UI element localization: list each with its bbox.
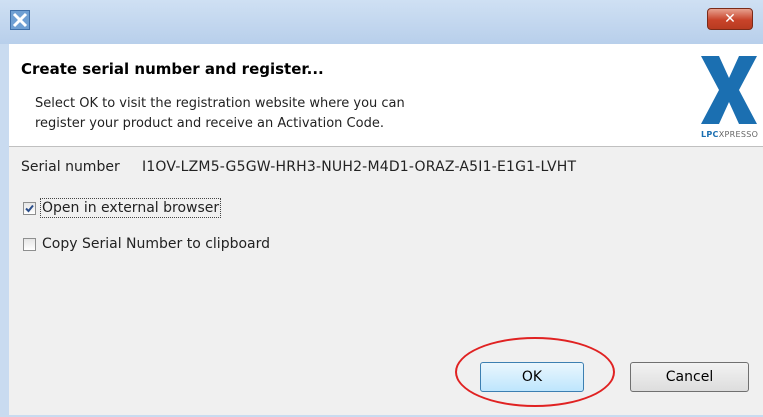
- checkmark-icon: [25, 204, 34, 212]
- copy-serial-label[interactable]: Copy Serial Number to clipboard: [42, 236, 270, 252]
- title-bar: ✕: [0, 0, 763, 44]
- dialog-title: Create serial number and register...: [21, 60, 324, 78]
- lpcxpresso-logo: LPCXPRESSO: [689, 50, 763, 142]
- serial-number-value: I1OV-LZM5-G5GW-HRH3-NUH2-M4D1-ORAZ-A5I1-…: [142, 159, 577, 175]
- logo-text-lpc: LPC: [701, 130, 719, 139]
- dialog-window: ✕ Create serial number and register... S…: [0, 0, 763, 417]
- serial-number-label: Serial number: [21, 159, 120, 175]
- dialog-message-line-2: register your product and receive an Act…: [35, 116, 384, 131]
- open-external-browser-option[interactable]: Open in external browser: [23, 198, 222, 218]
- copy-serial-checkbox[interactable]: [23, 237, 36, 251]
- ok-button[interactable]: OK: [480, 362, 584, 392]
- open-external-browser-checkbox[interactable]: [23, 201, 36, 215]
- open-external-browser-label[interactable]: Open in external browser: [39, 198, 222, 218]
- close-button[interactable]: ✕: [707, 8, 753, 30]
- dialog-body: Serial number I1OV-LZM5-G5GW-HRH3-NUH2-M…: [9, 147, 763, 415]
- cancel-button[interactable]: Cancel: [630, 362, 749, 392]
- dialog-header: Create serial number and register... Sel…: [9, 44, 763, 147]
- app-icon: [10, 10, 30, 30]
- logo-text-xpresso: XPRESSO: [718, 130, 759, 139]
- copy-serial-option[interactable]: Copy Serial Number to clipboard: [23, 236, 270, 252]
- logo-text: LPCXPRESSO: [701, 130, 758, 139]
- dialog-message-line-1: Select OK to visit the registration webs…: [35, 96, 405, 111]
- dialog-message: Select OK to visit the registration webs…: [35, 94, 405, 134]
- close-icon: ✕: [724, 11, 736, 27]
